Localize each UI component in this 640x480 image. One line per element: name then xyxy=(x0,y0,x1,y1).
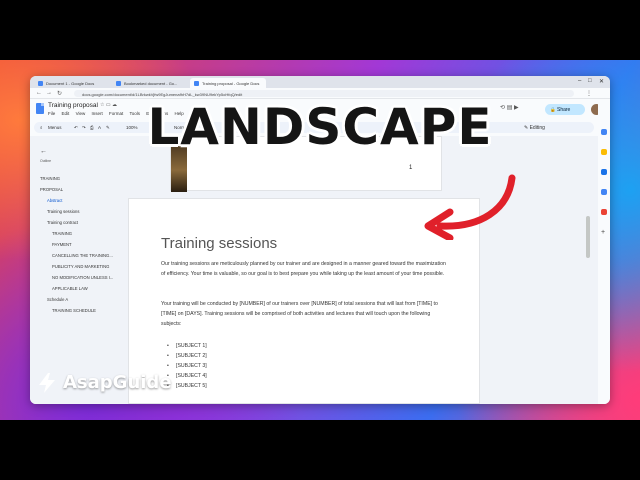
tab-label: Document 1 - Google Docs xyxy=(46,81,95,86)
list-item: [SUBJECT 2] xyxy=(167,351,207,361)
outline-item[interactable]: Schedule A xyxy=(47,297,68,302)
vertical-scrollbar[interactable] xyxy=(586,216,590,258)
section-heading: Training sessions xyxy=(161,235,278,252)
outline-item[interactable]: Training sessions xyxy=(47,209,79,214)
tab-label: Bookmarked document - Go... xyxy=(124,81,178,86)
video-frame: Document 1 - Google Docs Bookmarked docu… xyxy=(0,0,640,480)
asapguide-logo-icon xyxy=(39,373,55,393)
list-item: [SUBJECT 4] xyxy=(167,371,207,381)
contacts-icon[interactable] xyxy=(601,189,607,195)
list-item: [SUBJECT 1] xyxy=(167,341,207,351)
list-item: [SUBJECT 5] xyxy=(167,381,207,391)
paragraph-2: Your training will be conducted by [NUMB… xyxy=(161,301,438,327)
outline-item[interactable]: TRAINING SCHEDULE xyxy=(52,308,96,313)
back-icon[interactable]: ← xyxy=(36,90,42,96)
tasks-icon[interactable] xyxy=(601,169,607,175)
outline-item[interactable]: CANCELLING THE TRAINING... xyxy=(52,253,113,258)
extensions-icon[interactable]: ⋮ xyxy=(586,90,592,97)
outline-item[interactable]: PAYMENT xyxy=(52,242,72,247)
browser-tab-1[interactable]: Document 1 - Google Docs xyxy=(34,78,110,88)
browser-tab-2[interactable]: Bookmarked document - Go... xyxy=(112,78,188,88)
url-text: docs.google.com/document/d/1LBrkwkVjfw9E… xyxy=(82,91,243,97)
url-input[interactable]: docs.google.com/document/d/1LBrkwkVjfw9E… xyxy=(74,90,574,97)
outline-item[interactable]: TRAINING xyxy=(52,231,72,236)
outline-item[interactable]: TRAINING xyxy=(40,176,60,181)
maps-icon[interactable] xyxy=(601,209,607,215)
page-number: 1 xyxy=(409,165,413,171)
close-icon[interactable]: ✕ xyxy=(599,78,604,85)
docs-favicon-icon xyxy=(194,81,199,86)
docs-favicon-icon xyxy=(116,81,121,86)
outline-item[interactable]: PUBLICITY AND MARKETING xyxy=(52,264,109,269)
reload-icon[interactable]: ↻ xyxy=(57,90,62,97)
docs-favicon-icon xyxy=(38,81,43,86)
minimize-icon[interactable]: – xyxy=(578,78,581,84)
add-icon[interactable]: + xyxy=(601,229,605,236)
brand-name: AsapGuide xyxy=(63,372,172,393)
outline-label: Outline xyxy=(40,159,52,163)
list-item: [SUBJECT 3] xyxy=(167,361,207,371)
outline-item-active[interactable]: Abstract xyxy=(47,198,62,203)
browser-tab-3[interactable]: Training proposal - Google Docs xyxy=(190,78,266,88)
forward-icon[interactable]: → xyxy=(46,90,52,96)
outline-item[interactable]: PROPOSAL xyxy=(40,187,63,192)
outline-item[interactable]: Training contract xyxy=(47,220,78,225)
outline-item[interactable]: NO MODIFICATION UNLESS I... xyxy=(52,275,113,280)
tab-label: Training proposal - Google Docs xyxy=(202,81,260,86)
red-arrow-icon xyxy=(424,174,516,240)
tab-bar: Document 1 - Google Docs Bookmarked docu… xyxy=(30,76,610,88)
subject-list: [SUBJECT 1] [SUBJECT 2] [SUBJECT 3] [SUB… xyxy=(167,341,207,391)
landscape-headline: LANDSCAPE xyxy=(147,98,493,156)
maximize-icon[interactable]: □ xyxy=(588,78,592,84)
outline-item[interactable]: APPLICABLE LAW xyxy=(52,286,88,291)
paragraph-1: Our training sessions are meticulously p… xyxy=(161,261,446,277)
